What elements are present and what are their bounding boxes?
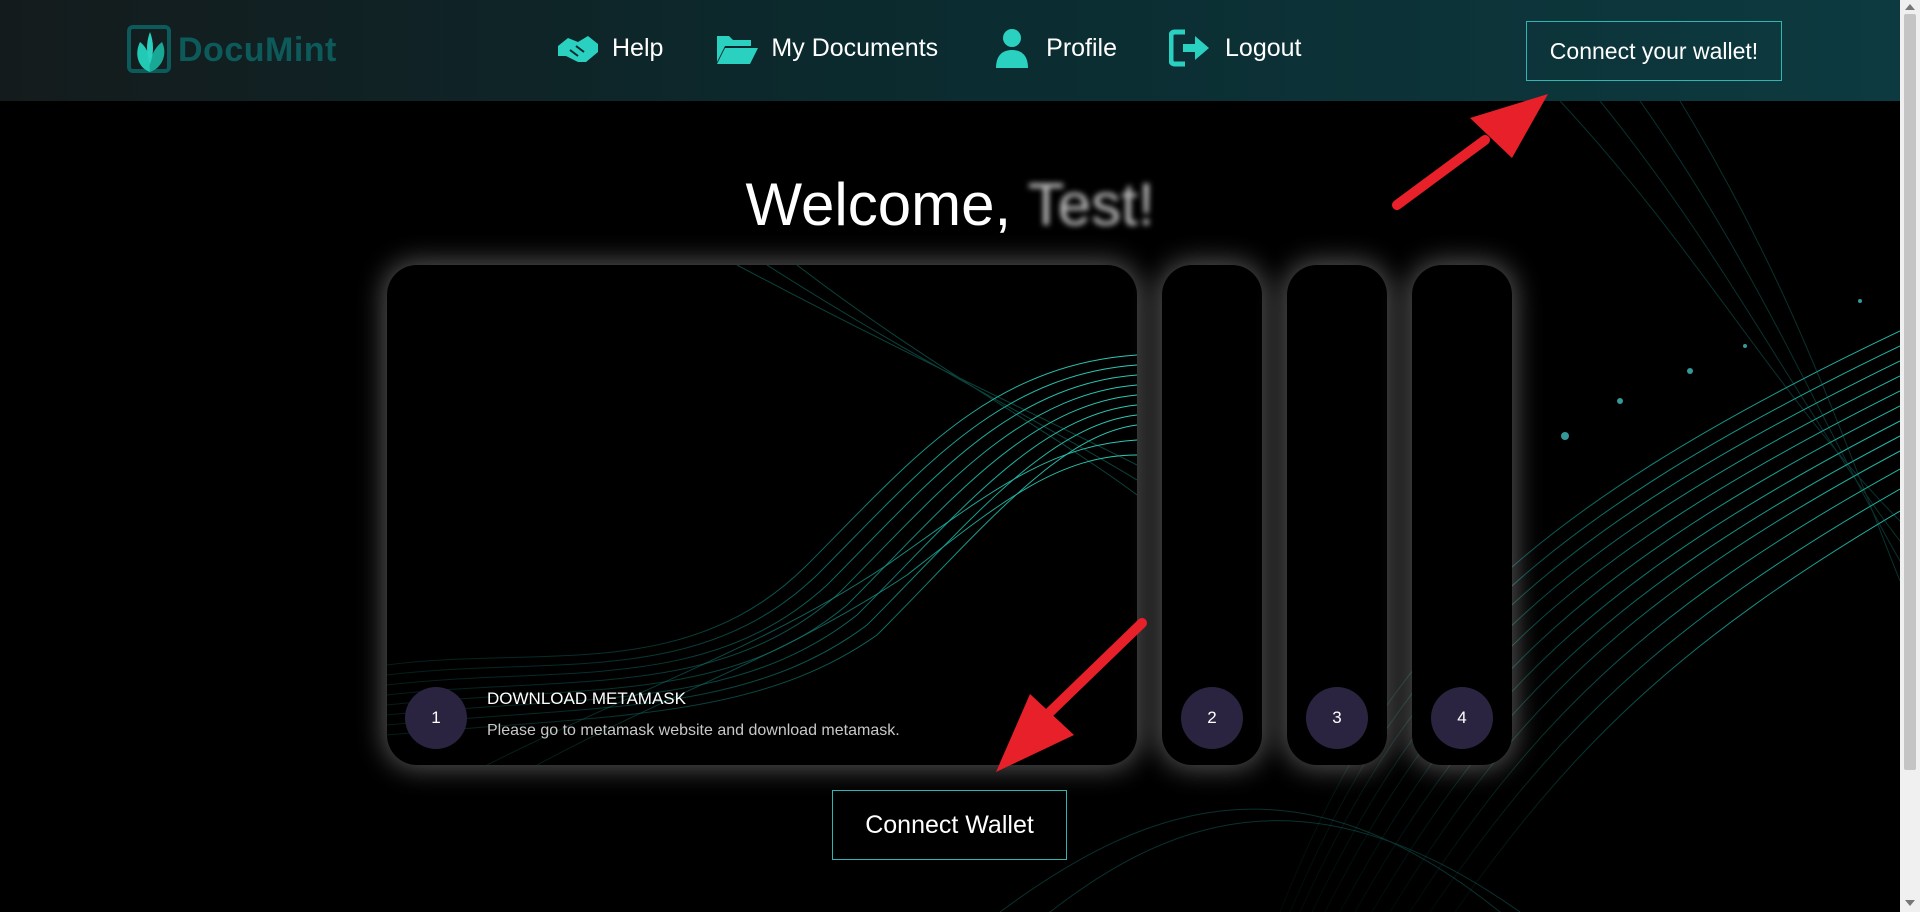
nav-item-logout[interactable]: Logout [1169,28,1301,68]
logout-icon [1169,29,1210,67]
connect-wallet-button[interactable]: Connect Wallet [832,790,1067,860]
scroll-down-icon[interactable] [1905,900,1915,906]
step-card-2[interactable]: 2 [1162,265,1262,765]
step-number-badge: 1 [405,687,467,749]
step-description: Please go to metamask website and downlo… [487,722,900,739]
step-number-badge: 2 [1181,687,1243,749]
step-card-4[interactable]: 4 [1412,265,1512,765]
username-blurred: Test! [1027,171,1155,238]
step-title: DOWNLOAD METAMASK [487,689,686,708]
scroll-up-icon[interactable] [1905,4,1915,10]
scroll-thumb[interactable] [1904,14,1916,770]
page-scrollbar[interactable] [1900,0,1920,912]
step-card-3[interactable]: 3 [1287,265,1387,765]
nav-label-my-documents: My Documents [771,33,939,62]
step-number-badge: 3 [1306,687,1368,749]
step-number-badge: 4 [1431,687,1493,749]
brand-name: DocuMint [178,30,337,69]
connect-your-wallet-button[interactable]: Connect your wallet! [1526,21,1782,81]
user-icon [996,29,1029,68]
nav-label-logout: Logout [1225,33,1302,62]
nav-label-profile: Profile [1046,33,1118,62]
brand-logo[interactable]: DocuMint [126,24,337,76]
leaf-logo-icon [127,25,171,73]
nav-item-my-documents[interactable]: My Documents [715,28,938,68]
handshake-icon [558,36,598,62]
step-card-1[interactable]: 1 DOWNLOAD METAMASK Please go to metamas… [387,265,1137,765]
top-navbar: DocuMint Help My Documents Profile Logou… [0,0,1900,101]
nav-label-help: Help [612,33,664,62]
welcome-greeting: Welcome, [745,171,1012,238]
main-nav: Help My Documents Profile Logout [556,28,1301,68]
nav-item-help[interactable]: Help [556,28,663,68]
folder-open-icon [717,36,759,64]
welcome-heading: Welcome, Test! [0,170,1900,239]
nav-item-profile[interactable]: Profile [990,28,1117,68]
